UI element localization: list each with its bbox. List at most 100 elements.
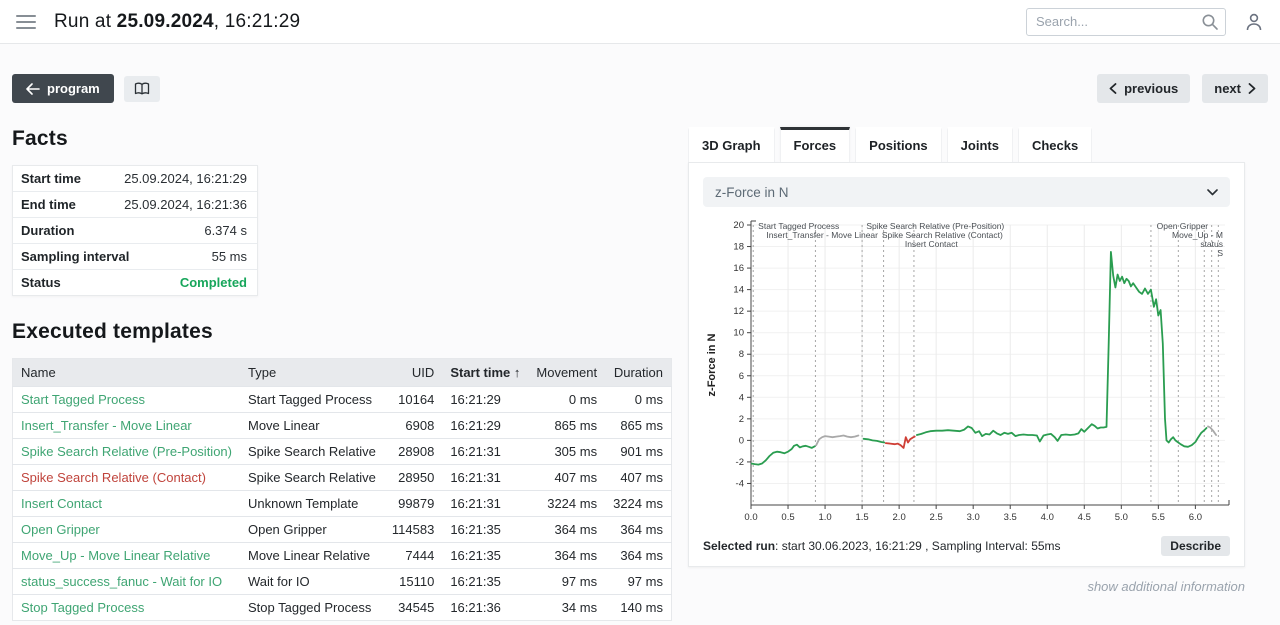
- template-type: Spike Search Relative: [240, 439, 384, 465]
- selected-run-row: Selected run: start 30.06.2023, 16:21:29…: [703, 536, 1230, 556]
- chart-annotation: S: [1217, 248, 1223, 258]
- template-duration: 364 ms: [605, 517, 671, 543]
- column-header-start-time[interactable]: Start time ↑: [442, 359, 528, 387]
- template-movement: 865 ms: [528, 413, 605, 439]
- svg-text:18: 18: [733, 242, 744, 253]
- table-row: status_success_fanuc - Wait for IOWait f…: [13, 569, 672, 595]
- column-header-uid[interactable]: UID: [384, 359, 442, 387]
- tab-positions[interactable]: Positions: [855, 127, 942, 162]
- template-movement: 97 ms: [528, 569, 605, 595]
- svg-text:10: 10: [733, 328, 744, 339]
- template-start-time: 16:21:31: [442, 465, 528, 491]
- facts-value: 25.09.2024, 16:21:29: [124, 171, 247, 186]
- template-name-link[interactable]: Open Gripper: [13, 517, 240, 543]
- force-series-segment: [1208, 426, 1216, 435]
- book-icon: [134, 82, 150, 96]
- svg-text:8: 8: [739, 349, 744, 360]
- executed-templates-heading: Executed templates: [12, 320, 664, 344]
- template-name-link[interactable]: Insert Contact: [13, 491, 240, 517]
- template-movement: 305 ms: [528, 439, 605, 465]
- template-uid: 6908: [384, 413, 442, 439]
- program-back-button[interactable]: program: [12, 74, 114, 103]
- chevron-down-icon: [1207, 189, 1218, 196]
- forces-panel: z-Force in N -4-2024681012141618200.00.5…: [688, 162, 1245, 567]
- template-name-link[interactable]: Start Tagged Process: [13, 387, 240, 413]
- facts-row: StatusCompleted: [13, 270, 257, 295]
- table-row: Spike Search Relative (Pre-Position)Spik…: [13, 439, 672, 465]
- tab-checks[interactable]: Checks: [1018, 127, 1092, 162]
- arrow-left-icon: [26, 83, 40, 95]
- template-name-link[interactable]: Spike Search Relative (Contact): [13, 465, 240, 491]
- facts-label: End time: [21, 197, 76, 212]
- template-start-time: 16:21:29: [442, 387, 528, 413]
- table-row: Open GripperOpen Gripper11458316:21:3536…: [13, 517, 672, 543]
- force-chart: -4-2024681012141618200.00.51.01.52.02.53…: [703, 215, 1231, 531]
- search-icon[interactable]: [1201, 13, 1219, 31]
- facts-label: Status: [21, 275, 61, 290]
- page-title: Run at 25.09.2024, 16:21:29: [54, 11, 300, 33]
- template-uid: 15110: [384, 569, 442, 595]
- template-start-time: 16:21:29: [442, 413, 528, 439]
- toolbar: program previous next: [12, 74, 1268, 103]
- column-header-name[interactable]: Name: [13, 359, 240, 387]
- facts-label: Duration: [21, 223, 74, 238]
- template-name-link[interactable]: Insert_Transfer - Move Linear: [13, 413, 240, 439]
- svg-text:0: 0: [739, 435, 744, 446]
- template-type: Unknown Template: [240, 491, 384, 517]
- svg-text:1.5: 1.5: [855, 512, 868, 523]
- svg-text:5.0: 5.0: [1115, 512, 1128, 523]
- previous-button[interactable]: previous: [1097, 74, 1190, 103]
- svg-text:3.0: 3.0: [967, 512, 980, 523]
- analysis-tabs: 3D GraphForcesPositionsJointsChecks: [688, 127, 1245, 162]
- table-row: Insert_Transfer - Move LinearMove Linear…: [13, 413, 672, 439]
- table-row: Move_Up - Move Linear RelativeMove Linea…: [13, 543, 672, 569]
- menu-icon[interactable]: [16, 15, 36, 29]
- template-start-time: 16:21:35: [442, 517, 528, 543]
- tab-joints[interactable]: Joints: [947, 127, 1013, 162]
- svg-text:-2: -2: [736, 457, 744, 468]
- svg-text:4.5: 4.5: [1078, 512, 1091, 523]
- describe-button[interactable]: Describe: [1161, 536, 1230, 556]
- program-button-label: program: [47, 81, 100, 96]
- page-title-date: 25.09.2024: [117, 11, 214, 32]
- svg-text:16: 16: [733, 263, 744, 274]
- template-name-link[interactable]: Stop Tagged Process: [13, 595, 240, 621]
- tab-3d-graph[interactable]: 3D Graph: [688, 127, 775, 162]
- facts-value: 55 ms: [212, 249, 247, 264]
- template-duration: 3224 ms: [605, 491, 671, 517]
- template-name-link[interactable]: Move_Up - Move Linear Relative: [13, 543, 240, 569]
- run-details-section: Facts Start time25.09.2024, 16:21:29End …: [12, 103, 664, 621]
- column-header-duration[interactable]: Duration: [605, 359, 671, 387]
- template-uid: 10164: [384, 387, 442, 413]
- page-title-time: , 16:21:29: [214, 11, 301, 32]
- search-input[interactable]: [1026, 8, 1226, 36]
- documentation-button[interactable]: [124, 76, 160, 102]
- executed-templates-table: NameTypeUIDStart time ↑MovementDuration …: [12, 358, 672, 621]
- user-icon[interactable]: [1244, 12, 1264, 32]
- svg-text:0.0: 0.0: [744, 512, 757, 523]
- template-uid: 28908: [384, 439, 442, 465]
- next-button[interactable]: next: [1202, 74, 1268, 103]
- column-header-movement[interactable]: Movement: [528, 359, 605, 387]
- force-axis-dropdown[interactable]: z-Force in N: [703, 177, 1230, 207]
- template-type: Open Gripper: [240, 517, 384, 543]
- template-uid: 99879: [384, 491, 442, 517]
- template-movement: 364 ms: [528, 517, 605, 543]
- column-header-type[interactable]: Type: [240, 359, 384, 387]
- template-type: Wait for IO: [240, 569, 384, 595]
- facts-value: 25.09.2024, 16:21:36: [124, 197, 247, 212]
- tab-forces[interactable]: Forces: [780, 127, 851, 162]
- svg-text:6.0: 6.0: [1189, 512, 1202, 523]
- template-name-link[interactable]: Spike Search Relative (Pre-Position): [13, 439, 240, 465]
- facts-row: Start time25.09.2024, 16:21:29: [13, 166, 257, 192]
- show-additional-information-link[interactable]: show additional information: [688, 579, 1245, 594]
- template-type: Move Linear: [240, 413, 384, 439]
- template-duration: 0 ms: [605, 387, 671, 413]
- svg-text:4: 4: [739, 392, 744, 403]
- chevron-right-icon: [1248, 83, 1256, 94]
- facts-row: Duration6.374 s: [13, 218, 257, 244]
- svg-text:2.5: 2.5: [930, 512, 943, 523]
- template-name-link[interactable]: status_success_fanuc - Wait for IO: [13, 569, 240, 595]
- template-start-time: 16:21:31: [442, 491, 528, 517]
- svg-text:2: 2: [739, 414, 744, 425]
